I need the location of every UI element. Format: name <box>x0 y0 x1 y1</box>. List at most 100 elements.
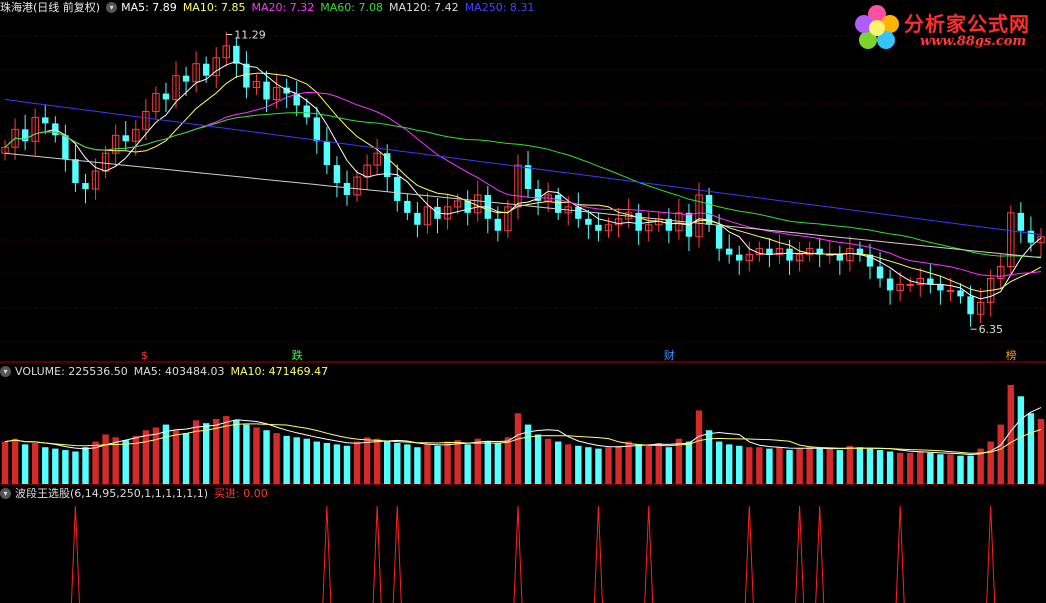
chevron-down-icon[interactable]: ▾ <box>0 487 11 499</box>
candle-body <box>202 63 210 76</box>
candle-body <box>715 224 723 249</box>
candle-body <box>62 135 69 160</box>
volume-bar <box>766 448 773 484</box>
candle-body <box>766 248 773 255</box>
ma120-label: MA120: 7.42 <box>388 0 459 14</box>
candle-body <box>243 63 250 88</box>
main-chart-header: 珠海港(日线 前复权) ▾ MA5: 7.89 MA10: 7.85 MA20:… <box>0 0 540 15</box>
volume-bar <box>625 441 632 484</box>
volume-bar <box>665 447 673 484</box>
volume-bar <box>424 444 431 484</box>
candle-body <box>333 165 341 184</box>
volume-bar <box>152 427 160 484</box>
indicator-name: 波段王选股(6,14,95,250,1,1,1,1,1,1) <box>15 487 209 500</box>
flower-logo-icon <box>855 5 899 49</box>
volume-bar <box>333 444 341 484</box>
candle-body <box>162 93 170 100</box>
volume-bar <box>162 424 170 484</box>
volume-bar <box>715 441 723 484</box>
ma60-label: MA60: 7.08 <box>320 0 383 14</box>
volume-bar <box>615 445 622 484</box>
volume-bar <box>42 447 49 484</box>
candle-body <box>876 266 884 279</box>
volume-bar <box>313 441 321 484</box>
volume-bar <box>122 440 129 484</box>
volume-bar <box>1027 413 1035 484</box>
event-marker: $ <box>141 349 148 362</box>
volume-bar <box>947 454 954 484</box>
high-price-label: 11.29 <box>234 28 266 41</box>
volume-bar <box>494 442 502 484</box>
site-logo: 分析家公式网 www.88gs.com <box>850 2 1040 54</box>
volume-bar <box>605 447 612 484</box>
candle-body <box>343 183 351 195</box>
event-marker: 财 <box>664 348 675 362</box>
logo-url: www.88gs.com <box>920 34 1027 49</box>
volume-header: ▾ VOLUME: 225536.50 MA5: 403484.03 MA10:… <box>0 364 334 378</box>
volume-bar <box>585 447 592 484</box>
volume-bar <box>202 423 210 484</box>
volume-bar <box>343 445 351 484</box>
volume-bar <box>1017 396 1025 484</box>
volume-bar <box>253 427 260 484</box>
chevron-down-icon[interactable]: ▾ <box>106 1 118 13</box>
volume-bar <box>1 441 9 484</box>
candle-body <box>635 212 642 231</box>
volume-label: VOLUME: 225536.50 <box>15 364 128 378</box>
chevron-down-icon[interactable]: ▾ <box>0 365 11 377</box>
ma250-label: MA250: 8.31 <box>464 0 535 14</box>
volume-bar <box>384 441 391 484</box>
buy-signal-label: 买进: 0.00 <box>214 487 268 500</box>
volume-bar <box>323 442 331 484</box>
volume-bar <box>826 448 833 484</box>
volume-bar <box>21 444 29 484</box>
chart-background <box>0 0 1046 603</box>
volume-bar <box>655 442 662 484</box>
candle-body <box>725 248 733 255</box>
candle-body <box>554 194 562 213</box>
volume-bar <box>695 410 703 484</box>
candle-body <box>595 224 602 231</box>
ma5-label: MA5: 7.89 <box>121 0 177 14</box>
volume-bar <box>816 448 823 484</box>
volume-bar <box>514 413 522 484</box>
volume-bar <box>263 430 270 484</box>
candle-body <box>736 254 743 261</box>
volume-bar <box>907 452 914 484</box>
candle-body <box>906 283 914 286</box>
volume-bar <box>172 430 180 484</box>
candle-body <box>182 75 190 82</box>
volume-bar <box>544 438 552 484</box>
ma20-label: MA20: 7.32 <box>251 0 315 14</box>
volume-bar <box>836 450 844 484</box>
volume-bar <box>31 442 39 484</box>
volume-bar <box>524 424 532 484</box>
candle-body <box>82 183 89 189</box>
volume-bar <box>62 450 69 484</box>
candle-body <box>72 159 79 184</box>
volume-bar <box>414 447 421 484</box>
volume-bar <box>434 445 441 484</box>
volume-bar <box>967 455 974 484</box>
event-marker: 榜 <box>1006 348 1017 362</box>
stock-chart: 11.29 6.35 $ 跌 财 榜 <box>0 0 1046 603</box>
candle-body <box>42 117 49 124</box>
volume-bar <box>937 454 944 484</box>
volume-bar <box>595 448 602 484</box>
volume-bar <box>746 447 753 484</box>
volume-bar <box>776 447 783 484</box>
volume-bar <box>52 448 59 484</box>
volume-bar <box>1037 418 1045 484</box>
candle-body <box>957 290 964 297</box>
volume-bar <box>565 444 572 484</box>
volume-bar <box>685 441 693 484</box>
volume-bar <box>243 424 250 484</box>
volume-bar <box>856 447 864 484</box>
vol-ma10-label: MA10: 471469.47 <box>230 364 329 378</box>
volume-bar <box>353 441 361 484</box>
volume-bar <box>283 435 290 484</box>
candle-body <box>263 81 270 100</box>
volume-bar <box>876 450 884 484</box>
volume-bar <box>786 450 793 484</box>
volume-bar <box>192 420 200 484</box>
